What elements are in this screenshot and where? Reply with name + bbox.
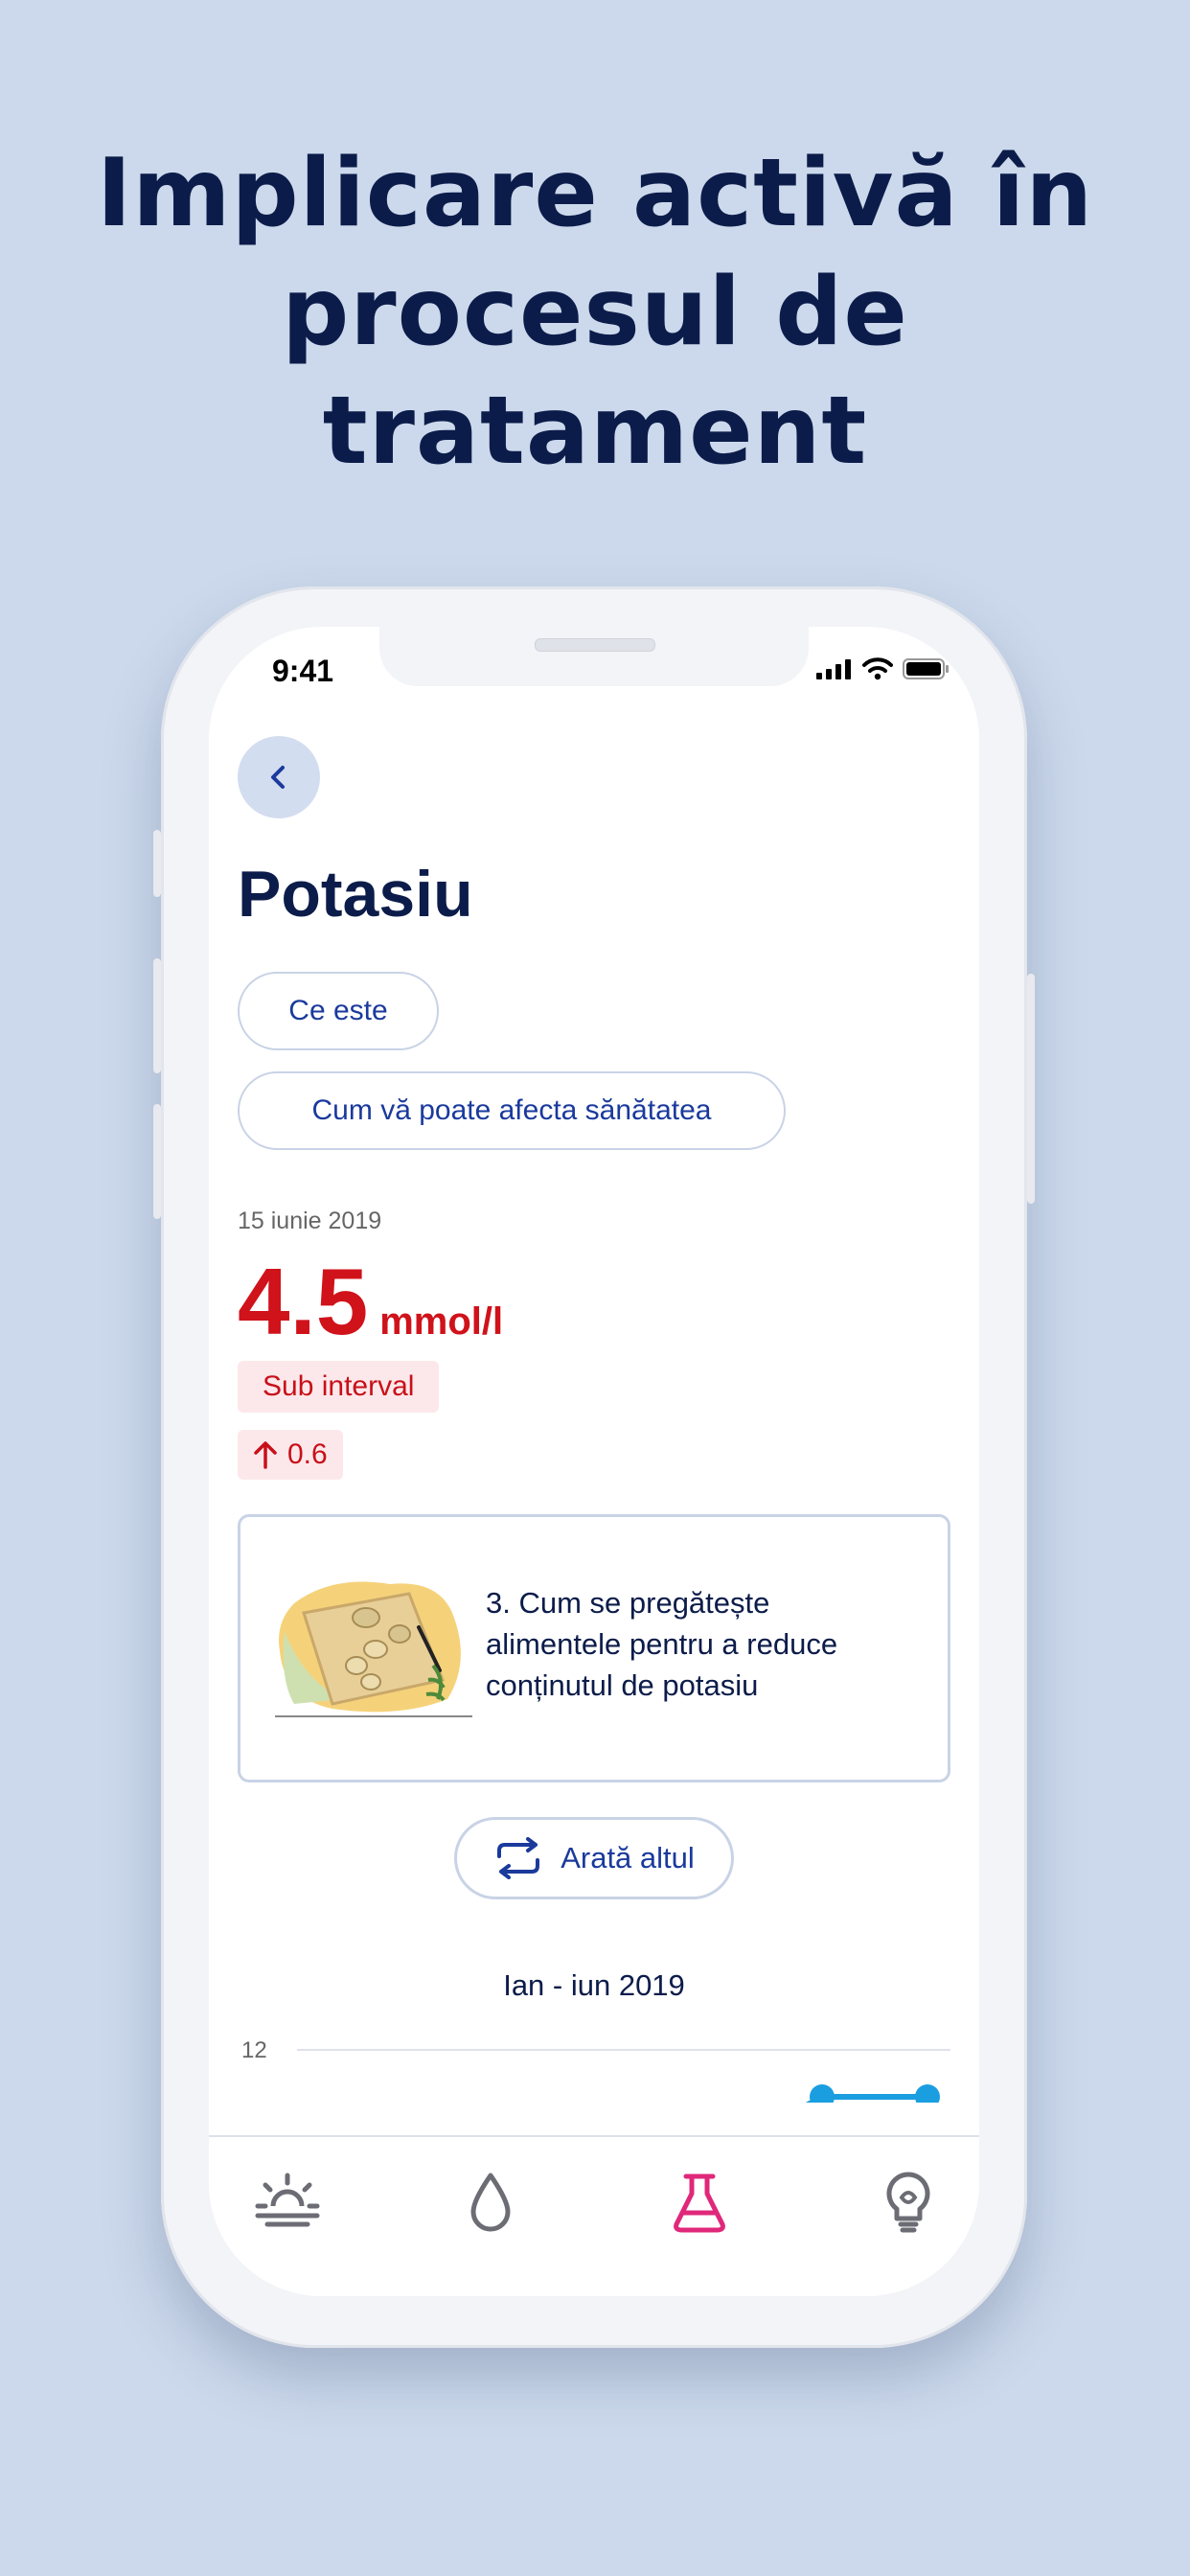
headline-line-3: tratament <box>322 377 868 486</box>
sunrise-icon <box>255 2173 320 2227</box>
headline-line-2: procesul de <box>282 258 908 367</box>
phone-volume-up <box>153 958 161 1073</box>
tab-overview[interactable] <box>249 2164 326 2241</box>
refresh-icon <box>497 1837 540 1879</box>
lightbulb-icon <box>886 2172 930 2233</box>
show-other-button[interactable]: Arată altul <box>454 1817 734 1899</box>
what-is-button[interactable]: Ce este <box>238 972 439 1050</box>
tab-lab-results[interactable] <box>661 2164 738 2241</box>
measurement-value: 4.5 <box>238 1249 369 1354</box>
chart-point[interactable] <box>915 2084 940 2103</box>
measurement-value-row: 4.5 mmol/l <box>238 1248 503 1356</box>
wifi-icon <box>862 657 893 680</box>
earpiece-speaker <box>535 638 655 652</box>
chevron-left-icon <box>271 766 285 789</box>
phone-volume-down <box>153 1104 161 1219</box>
show-other-label: Arată altul <box>561 1841 695 1874</box>
status-icons <box>816 657 950 680</box>
change-value: 0.6 <box>287 1438 328 1470</box>
measurement-unit: mmol/l <box>379 1300 504 1343</box>
status-time: 9:41 <box>272 654 334 688</box>
phone-silent-switch <box>153 830 161 897</box>
headline-line-1: Implicare activă în <box>96 139 1094 248</box>
phone-power-button <box>1027 974 1035 1204</box>
back-button[interactable] <box>238 736 320 818</box>
health-impact-button[interactable]: Cum vă poate afecta sănătatea <box>238 1071 786 1150</box>
drop-icon <box>470 2173 511 2232</box>
measurement-date: 15 iunie 2019 <box>238 1208 382 1234</box>
change-badge: 0.6 <box>238 1430 343 1480</box>
notch <box>379 627 809 686</box>
tip-card[interactable]: 3. Cum se pregătește alimentele pentru a… <box>238 1514 950 1782</box>
chart-y-tick-12: 12 <box>241 2037 267 2063</box>
battery-icon <box>903 658 949 679</box>
tip-text: 3. Cum se pregătește alimentele pentru a… <box>486 1586 838 1702</box>
status-badge: Sub interval <box>238 1361 440 1413</box>
tab-bar <box>209 2135 979 2296</box>
food-preparation-illustration <box>275 1581 472 1717</box>
chart-title: Ian - iun 2019 <box>503 1968 685 2002</box>
flask-icon <box>674 2174 725 2233</box>
page-title: Potasiu <box>238 858 473 931</box>
chart-point[interactable] <box>810 2084 835 2103</box>
chart: 12 <box>241 2037 950 2103</box>
tab-tips[interactable] <box>870 2164 947 2241</box>
phone-screen: 9:41 Potasiu Ce este Cum vă poate afecta… <box>209 627 979 2296</box>
tab-dialysis[interactable] <box>452 2164 529 2241</box>
headline: Implicare activă în procesul de tratamen… <box>0 134 1190 491</box>
arrow-up-icon <box>254 1441 277 1469</box>
signal-icon <box>816 659 851 679</box>
